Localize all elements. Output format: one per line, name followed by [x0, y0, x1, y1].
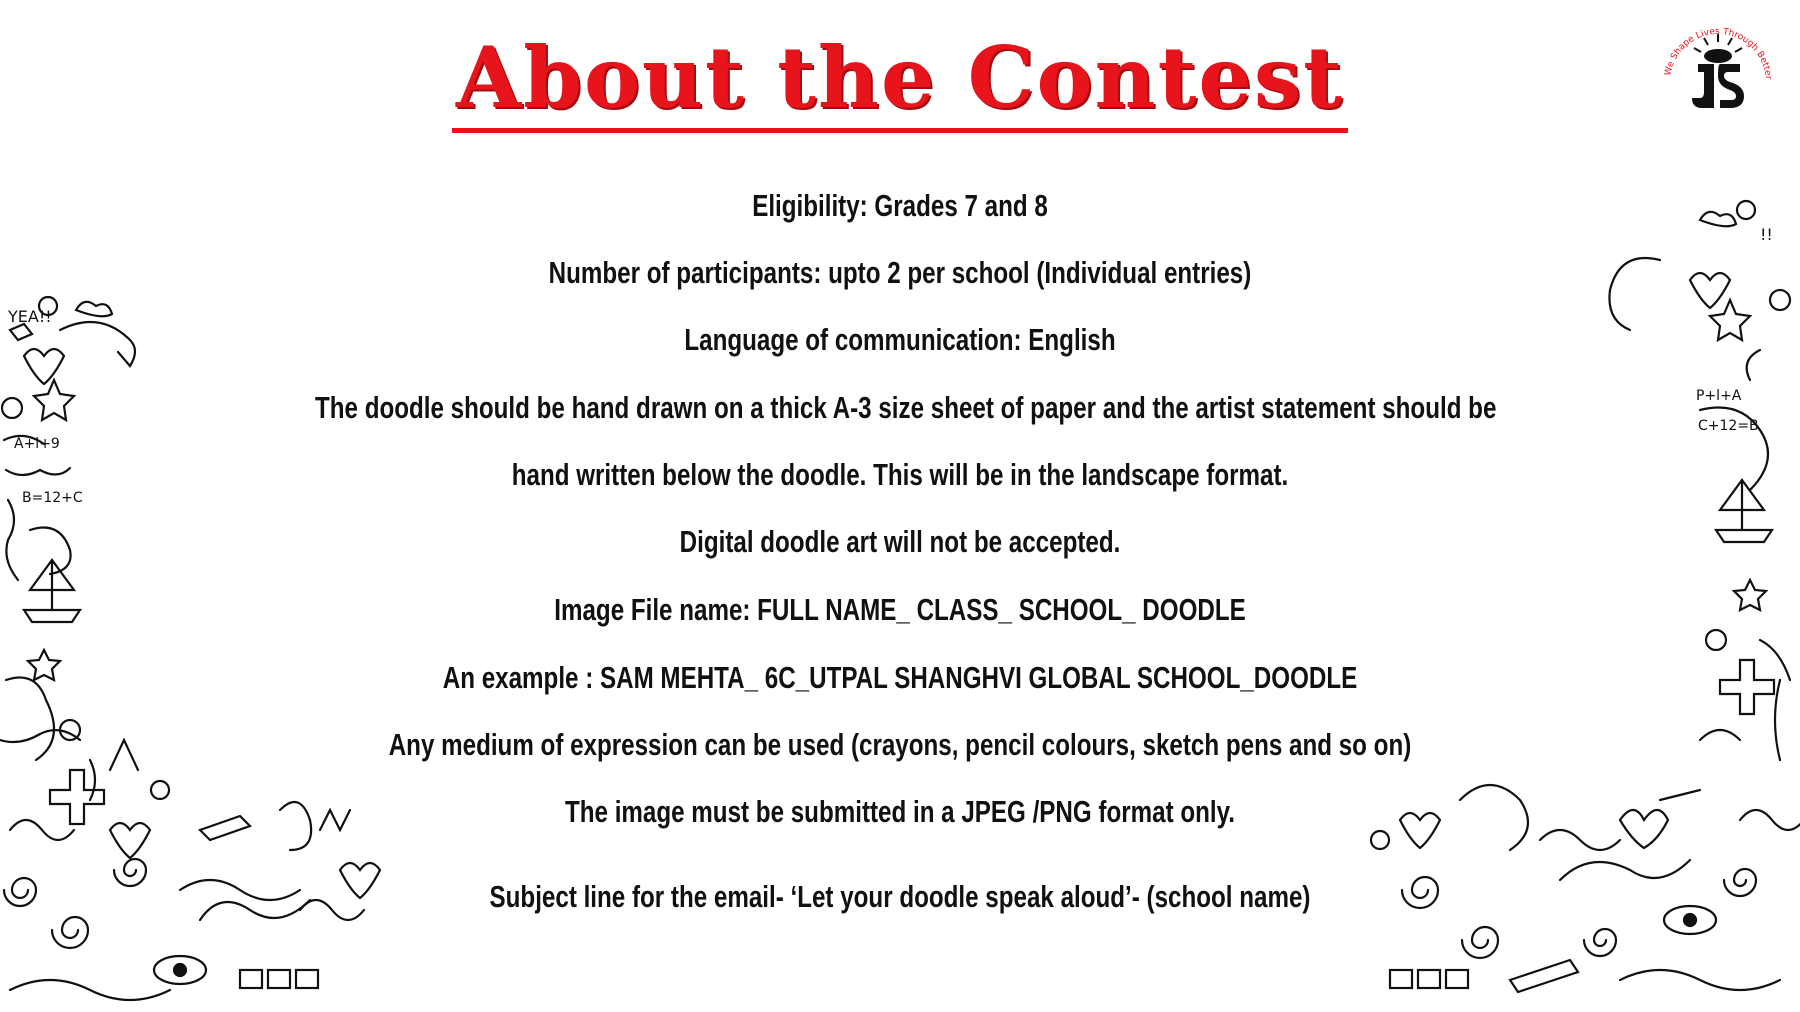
svg-text:!!: !!	[1760, 225, 1773, 244]
doodle-border-left-icon: YEA!! A+l+9 B=12+C	[0, 295, 382, 1002]
detail-image-format: The image must be submitted in a JPEG /P…	[565, 794, 1235, 829]
detail-digital: Digital doodle art will not be accepted.	[679, 524, 1121, 559]
svg-text:C+12=B: C+12=B	[1698, 418, 1759, 434]
svg-text:P+l+A: P+l+A	[1696, 388, 1742, 404]
contest-slide: About the Contest We Shape Lives Through…	[0, 0, 1800, 1012]
page-title-text: About the Contest	[452, 28, 1348, 133]
detail-file-name: Image File name: FULL NAME_ CLASS_ SCHOO…	[554, 592, 1246, 627]
detail-participants: Number of participants: upto 2 per schoo…	[548, 255, 1252, 290]
detail-format-line-1: The doodle should be hand drawn on a thi…	[315, 390, 1497, 425]
doodle-border-right-icon: !! P+l+A C+12=B	[1369, 199, 1800, 994]
ds-logo-icon: We Shape Lives Through Better Education	[1648, 12, 1773, 108]
detail-language: Language of communication: English	[684, 322, 1116, 357]
detail-format-line-2: hand written below the doodle. This will…	[511, 457, 1289, 492]
detail-example: An example : SAM MEHTA_ 6C_UTPAL SHANGHV…	[442, 660, 1358, 695]
page-title: About the Contest	[0, 28, 1800, 133]
svg-text:A+l+9: A+l+9	[14, 436, 60, 452]
svg-text:B=12+C: B=12+C	[22, 490, 83, 506]
detail-subject-line: Subject line for the email- ‘Let your do…	[489, 879, 1311, 914]
detail-medium: Any medium of expression can be used (cr…	[388, 727, 1412, 762]
svg-text:YEA!!: YEA!!	[7, 307, 52, 326]
detail-eligibility: Eligibility: Grades 7 and 8	[752, 188, 1048, 223]
